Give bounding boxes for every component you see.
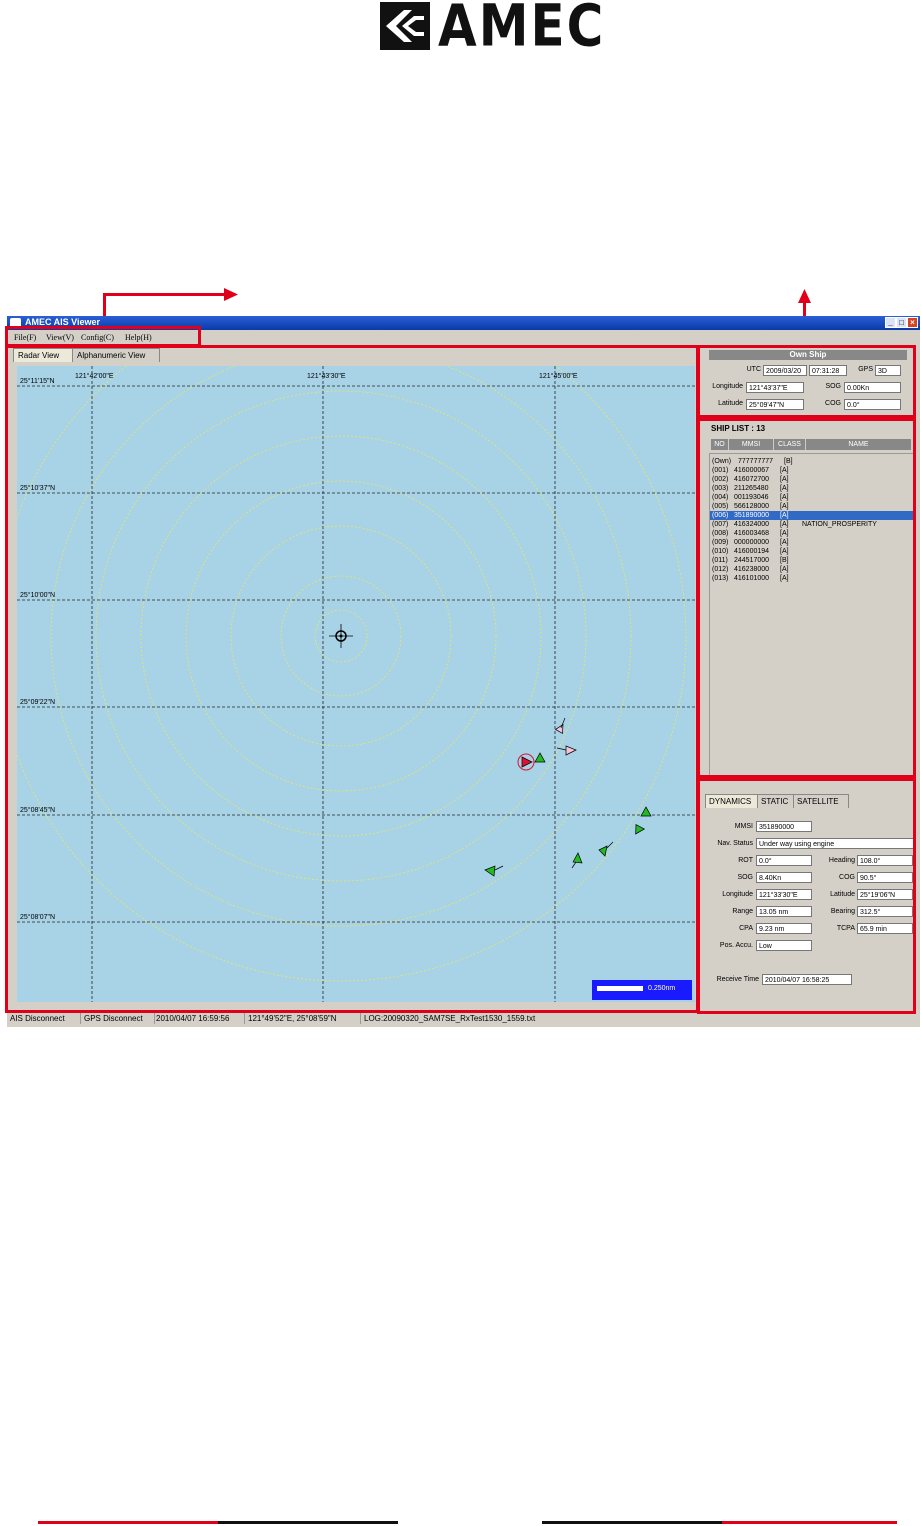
annotation-menu-box	[5, 326, 201, 347]
status-bar: AIS Disconnect GPS Disconnect 2010/04/07…	[7, 1013, 920, 1025]
clock-status: 2010/04/07 16:59:56	[153, 1013, 245, 1024]
footer-line-black-left	[218, 1521, 398, 1524]
annotation-dynamics-box	[697, 778, 916, 1014]
footer-line-red-left	[38, 1521, 218, 1524]
amec-logo-icon	[380, 2, 430, 50]
annotation-arrowhead-right-icon	[224, 288, 238, 301]
ais-status: AIS Disconnect	[7, 1013, 81, 1024]
log-file-status: LOG:20090320_SAM7SE_RxTest1530_1559.txt	[364, 1014, 536, 1023]
annotation-arrow-left-horizontal	[103, 293, 227, 296]
annotation-own-ship-box	[697, 345, 916, 418]
footer-line-black-right	[542, 1521, 722, 1524]
cursor-position-status: 121°49'52"E, 25°08'59"N	[245, 1013, 361, 1024]
footer-line-red-right	[722, 1521, 897, 1524]
gps-status: GPS Disconnect	[81, 1013, 155, 1024]
amec-logo: AMEC	[380, 0, 603, 59]
annotation-ship-list-box	[697, 418, 916, 778]
amec-logo-text: AMEC	[438, 0, 606, 60]
annotation-radar-box	[5, 345, 699, 1013]
annotation-arrowhead-up-icon	[798, 289, 811, 303]
